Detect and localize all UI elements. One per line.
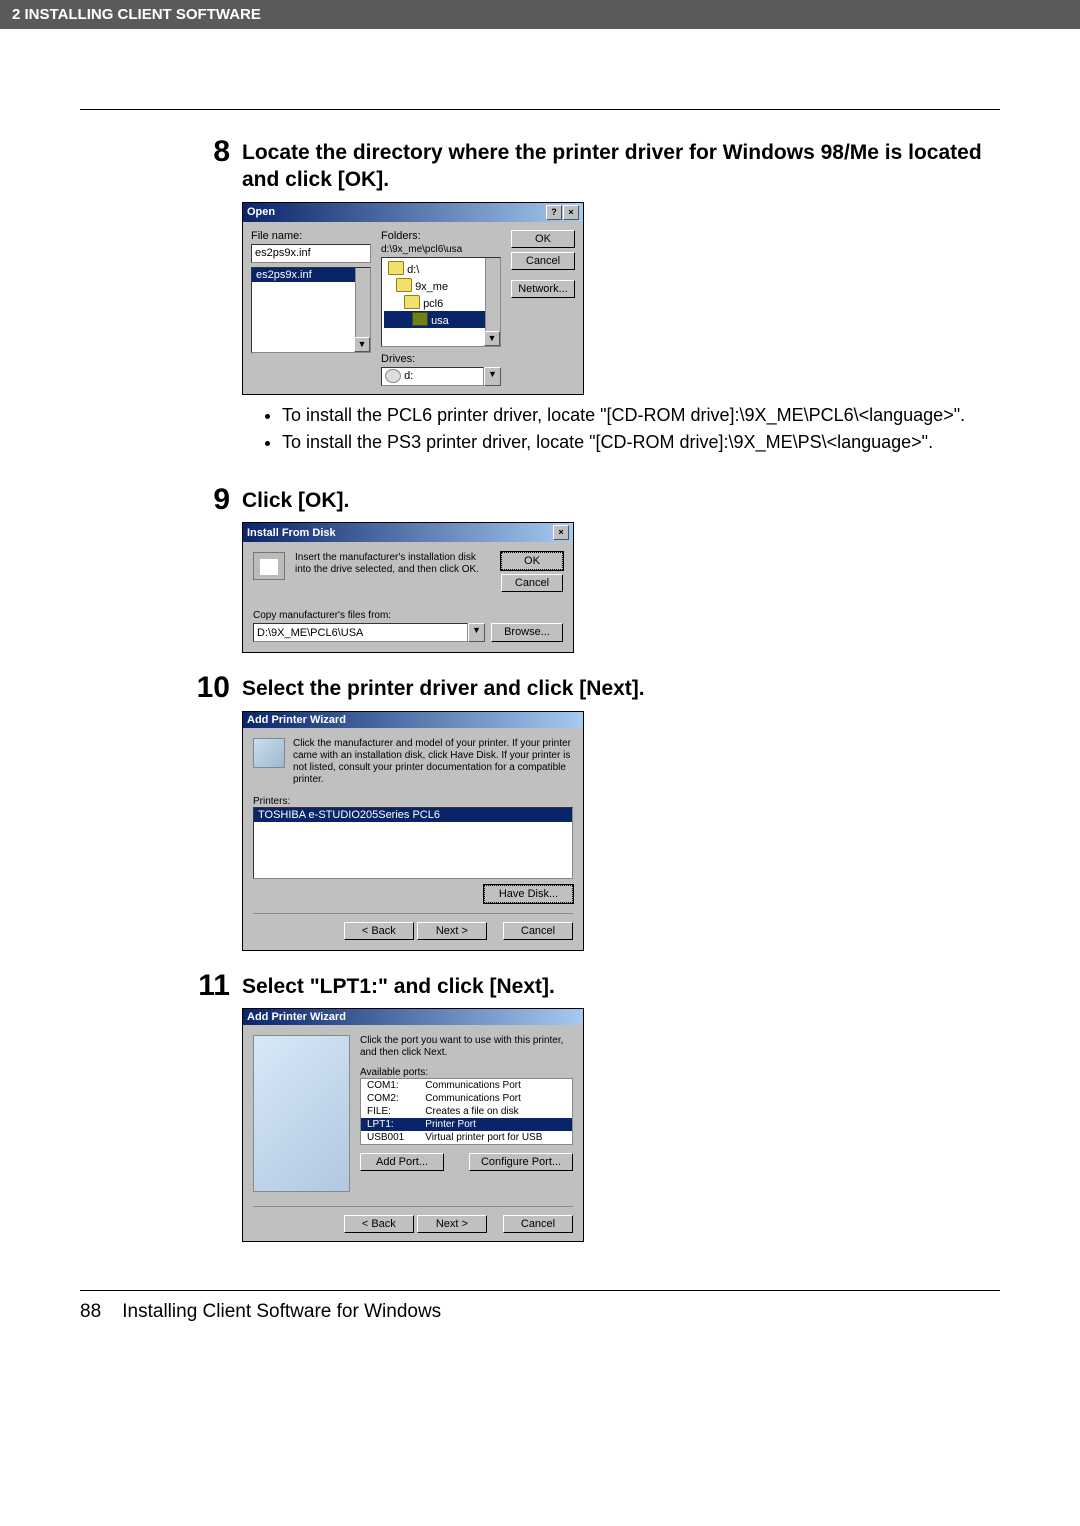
folder-item[interactable]: pcl6 <box>423 298 443 310</box>
drive-select[interactable]: d: ▼ <box>381 367 501 386</box>
bullet-list: To install the PCL6 printer driver, loca… <box>242 403 1000 455</box>
install-from-disk-dialog: Install From Disk × Insert the manufactu… <box>242 522 574 653</box>
port-item[interactable]: FILE:Creates a file on disk <box>361 1105 573 1118</box>
filename-input[interactable]: es2ps9x.inf <box>251 244 371 263</box>
step-heading: Select the printer driver and click [Nex… <box>242 675 1000 702</box>
bullet-item: To install the PS3 printer driver, locat… <box>282 430 1000 455</box>
page-number: 88 <box>80 1301 101 1322</box>
cancel-button[interactable]: Cancel <box>511 252 575 270</box>
file-item[interactable]: es2ps9x.inf <box>252 268 370 282</box>
floppy-icon <box>253 552 285 580</box>
printer-item[interactable]: TOSHIBA e-STUDIO205Series PCL6 <box>254 808 572 822</box>
port-item[interactable]: USB001Virtual printer port for USB <box>361 1131 573 1145</box>
step-number: 10 <box>180 671 230 958</box>
printer-icon <box>253 738 285 768</box>
port-list[interactable]: COM1:Communications Port COM2:Communicat… <box>360 1078 573 1145</box>
close-icon[interactable]: × <box>553 525 569 540</box>
divider <box>80 1290 1000 1291</box>
wizard-image <box>253 1035 350 1192</box>
port-item[interactable]: COM1:Communications Port <box>361 1078 573 1092</box>
back-button[interactable]: < Back <box>344 922 414 940</box>
dialog-text: Click the manufacturer and model of your… <box>293 738 573 786</box>
dialog-text: Insert the manufacturer's installation d… <box>295 552 491 592</box>
browse-button[interactable]: Browse... <box>491 623 563 642</box>
bullet-item: To install the PCL6 printer driver, loca… <box>282 403 1000 428</box>
chevron-down-icon[interactable]: ▼ <box>484 367 501 386</box>
next-button[interactable]: Next > <box>417 1215 487 1233</box>
ok-button[interactable]: OK <box>501 552 563 570</box>
printers-label: Printers: <box>253 796 573 807</box>
cancel-button[interactable]: Cancel <box>503 922 573 940</box>
configure-port-button[interactable]: Configure Port... <box>469 1153 573 1171</box>
dialog-title: Open <box>247 206 275 218</box>
folder-item[interactable]: d:\ <box>407 264 419 276</box>
cancel-button[interactable]: Cancel <box>501 574 563 592</box>
step-8: 8 Locate the directory where the printer… <box>180 135 1000 473</box>
step-number: 9 <box>180 483 230 661</box>
folder-icon <box>404 295 420 309</box>
step-number: 8 <box>180 135 230 473</box>
folder-open-icon <box>412 312 428 326</box>
folder-icon <box>396 278 412 292</box>
ports-label: Available ports: <box>360 1067 573 1078</box>
step-heading: Click [OK]. <box>242 487 1000 514</box>
step-heading: Locate the directory where the printer d… <box>242 139 1000 194</box>
step-heading: Select "LPT1:" and click [Next]. <box>242 973 1000 1000</box>
add-port-button[interactable]: Add Port... <box>360 1153 444 1171</box>
dialog-text: Click the port you want to use with this… <box>360 1035 573 1059</box>
divider <box>80 109 1000 110</box>
have-disk-button[interactable]: Have Disk... <box>484 885 573 903</box>
ok-button[interactable]: OK <box>511 230 575 248</box>
cancel-button[interactable]: Cancel <box>503 1215 573 1233</box>
open-dialog: Open ? × File name: es2ps9x.inf es2ps9x.… <box>242 202 584 395</box>
folders-label: Folders: <box>381 230 501 242</box>
add-printer-wizard-port-dialog: Add Printer Wizard Click the port you wa… <box>242 1008 584 1242</box>
close-icon[interactable]: × <box>563 205 579 220</box>
page-footer: 88 Installing Client Software for Window… <box>80 1301 1000 1323</box>
section-title: 2 INSTALLING CLIENT SOFTWARE <box>12 6 261 23</box>
page: 2 INSTALLING CLIENT SOFTWARE 8 Locate th… <box>0 0 1080 1526</box>
footer-text: Installing Client Software for Windows <box>122 1301 441 1322</box>
folder-icon <box>388 261 404 275</box>
port-item[interactable]: COM2:Communications Port <box>361 1092 573 1105</box>
filename-label: File name: <box>251 230 371 242</box>
path-input[interactable]: D:\9X_ME\PCL6\USA ▼ <box>253 623 485 642</box>
dialog-title: Add Printer Wizard <box>247 1011 346 1023</box>
folder-listbox[interactable]: d:\ 9x_me pcl6 usa ▼ <box>381 257 501 347</box>
folder-item[interactable]: usa <box>431 315 449 327</box>
step-11: 11 Select "LPT1:" and click [Next]. Add … <box>180 969 1000 1250</box>
network-button[interactable]: Network... <box>511 280 575 298</box>
help-icon[interactable]: ? <box>546 205 562 220</box>
folder-path: d:\9x_me\pcl6\usa <box>381 244 501 255</box>
next-button[interactable]: Next > <box>417 922 487 940</box>
step-9: 9 Click [OK]. Install From Disk × Insert… <box>180 483 1000 661</box>
copy-from-label: Copy manufacturer's files from: <box>253 610 563 621</box>
printer-listbox[interactable]: TOSHIBA e-STUDIO205Series PCL6 <box>253 807 573 879</box>
drive-icon <box>385 369 401 383</box>
chevron-down-icon[interactable]: ▼ <box>468 623 485 642</box>
add-printer-wizard-dialog: Add Printer Wizard Click the manufacture… <box>242 711 584 951</box>
port-item-selected[interactable]: LPT1:Printer Port <box>361 1118 573 1131</box>
step-10: 10 Select the printer driver and click [… <box>180 671 1000 958</box>
drives-label: Drives: <box>381 353 501 365</box>
folder-item[interactable]: 9x_me <box>415 281 448 293</box>
back-button[interactable]: < Back <box>344 1215 414 1233</box>
dialog-title: Install From Disk <box>247 527 336 539</box>
step-number: 11 <box>180 969 230 1250</box>
section-header: 2 INSTALLING CLIENT SOFTWARE <box>0 0 1080 29</box>
dialog-title: Add Printer Wizard <box>247 714 346 726</box>
file-listbox[interactable]: es2ps9x.inf ▼ <box>251 267 371 353</box>
